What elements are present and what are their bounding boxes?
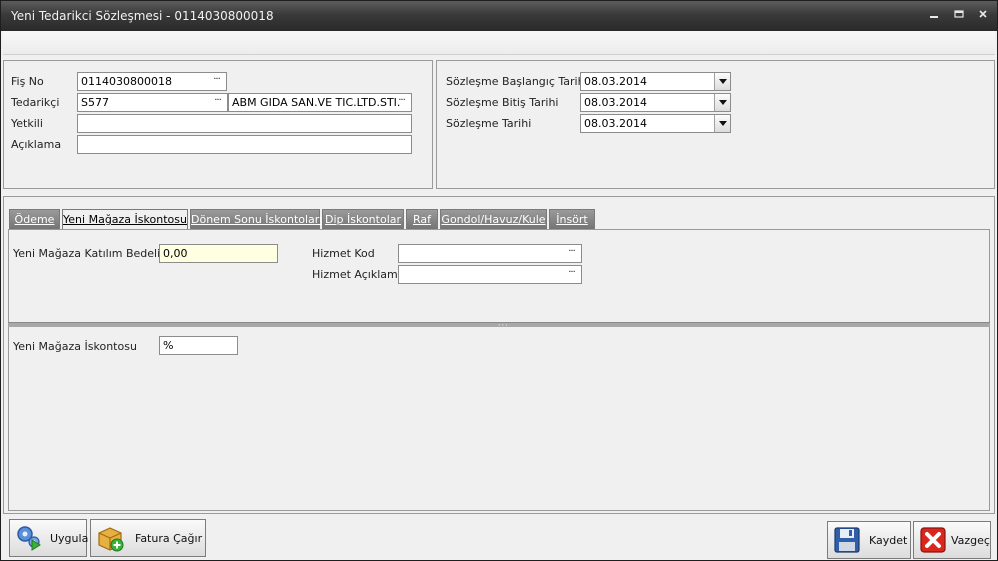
vazgec-label: Vazgeç xyxy=(951,534,990,547)
splitter-grip-icon: ··· xyxy=(498,321,509,330)
yetkili-field[interactable] xyxy=(77,114,412,133)
gears-play-icon xyxy=(17,526,41,551)
save-disk-icon xyxy=(834,527,860,553)
cancel-x-icon xyxy=(920,527,946,553)
fatura-cagir-button[interactable]: Fatura Çağır xyxy=(90,519,206,557)
tab-donem-sonu-label: Dönem Sonu İskontoları xyxy=(191,213,323,226)
tab-odeme[interactable]: Ödeme xyxy=(9,209,60,230)
tab-dip-iskontolar[interactable]: Dip İskontolar xyxy=(322,209,404,230)
toolbar-strip xyxy=(3,31,995,55)
fis-no-label: Fiş No xyxy=(11,75,44,88)
hizmet-aciklama-field[interactable]: ··· xyxy=(398,265,582,284)
package-add-icon xyxy=(98,527,124,552)
tarih-value: 08.03.2014 xyxy=(584,117,647,130)
tab-yeni-magaza-iskontosu[interactable]: Yeni Mağaza İskontosu xyxy=(62,209,188,231)
tab-raf-label: Raf xyxy=(412,213,431,226)
uygula-label: Uygula xyxy=(50,532,89,545)
iskonto-label: Yeni Mağaza İskontosu xyxy=(13,340,137,353)
hizmet-kod-label: Hizmet Kod xyxy=(312,247,375,260)
tedarikci-name-field[interactable]: ABM GIDA SAN.VE TIC.LTD.STI. ··· xyxy=(228,93,412,112)
window-title: Yeni Tedarikci Sözleşmesi - 011403080001… xyxy=(11,9,274,23)
baslangic-dropdown-icon[interactable] xyxy=(714,73,730,90)
tedarikci-label: Tedarikçi xyxy=(11,96,60,109)
iskonto-field[interactable]: % xyxy=(159,336,238,355)
maximize-icon[interactable] xyxy=(950,8,968,24)
tab-dip-label: Dip İskontolar xyxy=(324,213,402,226)
kaydet-label: Kaydet xyxy=(869,534,908,547)
hizmet-aciklama-label: Hizmet Açıklama xyxy=(312,268,405,281)
header-left-panel: Fiş No 0114030800018 ··· Tedarikçi S577 … xyxy=(3,60,433,189)
vazgec-button[interactable]: Vazgeç xyxy=(913,521,991,559)
fis-no-value: 0114030800018 xyxy=(81,75,172,88)
contract-window: Yeni Tedarikci Sözleşmesi - 011403080001… xyxy=(0,0,998,561)
bottom-button-bar: Uygula Fatura Çağır Kaydet Vazgeç xyxy=(1,514,997,560)
kaydet-button[interactable]: Kaydet xyxy=(827,521,911,559)
hizmet-kod-field[interactable]: ··· xyxy=(398,244,582,263)
tedarikci-lookup-button[interactable]: ··· xyxy=(209,95,226,110)
aciklama-label: Açıklama xyxy=(11,138,62,151)
tab-insort-label: İnsört xyxy=(556,213,588,226)
baslangic-label: Sözleşme Başlangıç Tarihi xyxy=(446,75,588,88)
uygula-button[interactable]: Uygula xyxy=(9,519,89,557)
tab-yeni-magaza-label: Yeni Mağaza İskontosu xyxy=(63,213,187,226)
tarih-dropdown-icon[interactable] xyxy=(714,115,730,132)
iskonto-value: % xyxy=(163,339,174,352)
yetkili-label: Yetkili xyxy=(11,117,43,130)
tarih-date-picker[interactable]: 08.03.2014 xyxy=(580,114,731,133)
hizmet-kod-lookup-button[interactable]: ··· xyxy=(563,246,580,261)
close-icon[interactable] xyxy=(974,8,992,24)
fatura-cagir-label: Fatura Çağır xyxy=(135,532,203,545)
tedarikci-code-value: S577 xyxy=(81,96,109,109)
title-bar[interactable]: Yeni Tedarikci Sözleşmesi - 011403080001… xyxy=(1,1,997,31)
bitis-dropdown-icon[interactable] xyxy=(714,94,730,111)
bitis-value: 08.03.2014 xyxy=(584,96,647,109)
bitis-label: Sözleşme Bitiş Tarihi xyxy=(446,96,559,109)
tab-odeme-label: Ödeme xyxy=(14,213,55,226)
tab-raf[interactable]: Raf xyxy=(406,209,438,230)
header-right-panel: Sözleşme Başlangıç Tarihi 08.03.2014 Söz… xyxy=(436,60,995,189)
horizontal-splitter[interactable]: ··· xyxy=(8,321,990,330)
tab-gondol-havuz-kule[interactable]: Gondol/Havuz/Kule xyxy=(440,209,547,230)
baslangic-date-picker[interactable]: 08.03.2014 xyxy=(580,72,731,91)
tarih-label: Sözleşme Tarihi xyxy=(446,117,532,130)
katilim-label: Yeni Mağaza Katılım Bedeli xyxy=(13,247,161,260)
katilim-value: 0,00 xyxy=(163,247,188,260)
baslangic-value: 08.03.2014 xyxy=(584,75,647,88)
tab-gondol-label: Gondol/Havuz/Kule xyxy=(441,213,546,226)
tab-donem-sonu-iskontolari[interactable]: Dönem Sonu İskontoları xyxy=(190,209,323,230)
katilim-bedeli-field[interactable]: 0,00 xyxy=(159,244,278,263)
tedarikci-name-lookup-button[interactable]: ··· xyxy=(393,95,410,110)
fis-no-lookup-button[interactable]: ··· xyxy=(208,74,225,89)
minimize-icon[interactable] xyxy=(925,8,943,24)
fis-no-field[interactable]: 0114030800018 ··· xyxy=(77,72,227,91)
tab-page-yeni-magaza: Yeni Mağaza Katılım Bedeli 0,00 Hizmet K… xyxy=(8,229,990,511)
aciklama-field[interactable] xyxy=(77,135,412,154)
hizmet-aciklama-lookup-button[interactable]: ··· xyxy=(563,267,580,282)
tab-insort[interactable]: İnsört xyxy=(549,209,595,230)
tedarikci-code-field[interactable]: S577 ··· xyxy=(77,93,228,112)
tedarikci-name-value: ABM GIDA SAN.VE TIC.LTD.STI. xyxy=(232,96,401,109)
bitis-date-picker[interactable]: 08.03.2014 xyxy=(580,93,731,112)
